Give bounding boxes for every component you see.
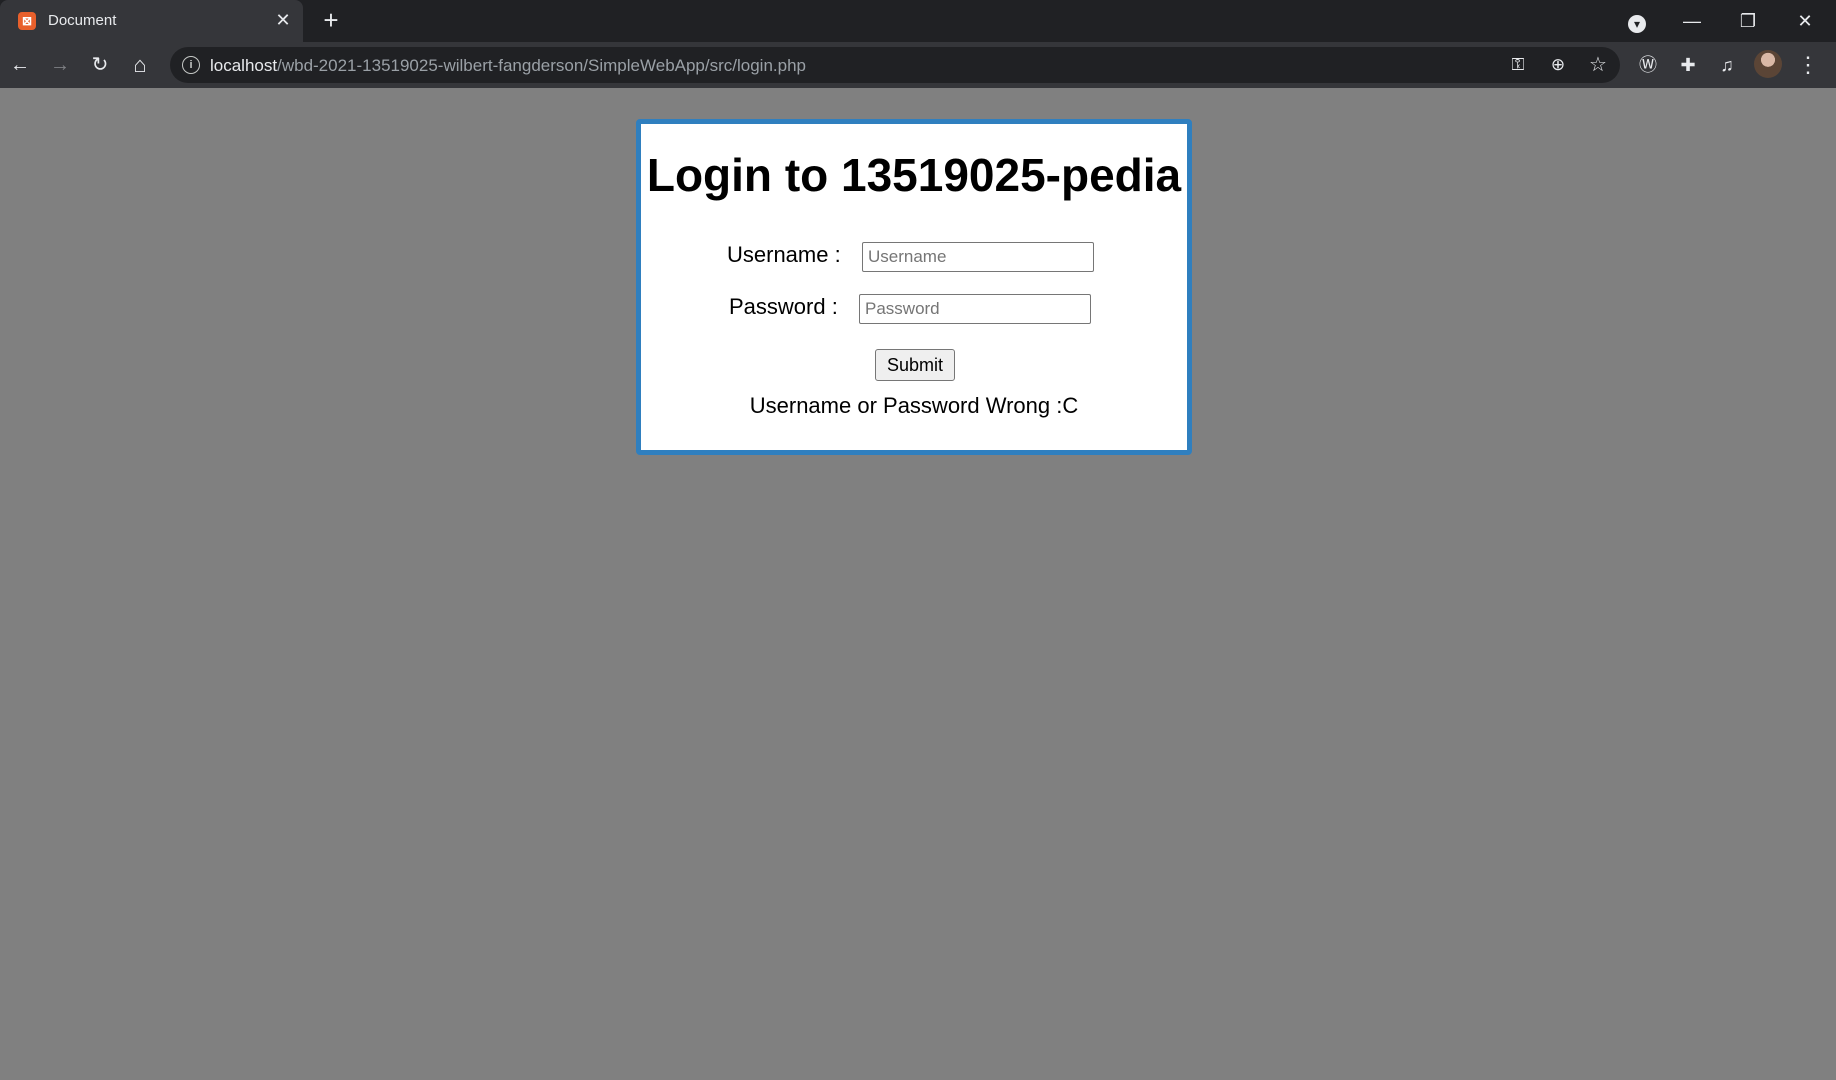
tab-title: Document: [48, 12, 117, 29]
tab-bar: ⊠ Document ✕ + ▾ — ❐ ✕: [0, 0, 1836, 42]
minimize-button[interactable]: —: [1677, 6, 1707, 36]
star-icon[interactable]: ☆: [1586, 53, 1610, 77]
zoom-icon[interactable]: ⊕: [1546, 53, 1570, 77]
login-card: Login to 13519025-pedia Username : Passw…: [636, 119, 1192, 455]
close-icon[interactable]: ✕: [272, 9, 294, 31]
reload-button[interactable]: ↻: [85, 50, 115, 80]
back-button[interactable]: ←: [5, 50, 35, 80]
xampp-icon: ⊠: [18, 12, 36, 30]
home-button[interactable]: ⌂: [125, 50, 155, 80]
page-title: Login to 13519025-pedia: [646, 149, 1182, 201]
page-content: Login to 13519025-pedia Username : Passw…: [0, 88, 1836, 1080]
menu-icon[interactable]: ⋮: [1795, 52, 1821, 78]
address-bar[interactable]: i localhost/wbd-2021-13519025-wilbert-fa…: [170, 47, 1620, 83]
browser-toolbar: ← → ↻ ⌂ i localhost/wbd-2021-13519025-wi…: [0, 42, 1836, 88]
chevron-down-icon: ▾: [1628, 15, 1646, 33]
tab-document[interactable]: ⊠ Document ✕: [0, 0, 303, 42]
username-input[interactable]: [862, 242, 1094, 272]
error-message: Username or Password Wrong :C: [749, 393, 1079, 418]
media-control-icon[interactable]: ♫: [1714, 52, 1740, 78]
restore-button[interactable]: ❐: [1733, 6, 1763, 36]
extension-w-icon[interactable]: Ⓦ: [1635, 52, 1661, 78]
profile-avatar[interactable]: [1754, 50, 1782, 78]
submit-button[interactable]: Submit: [875, 349, 955, 381]
extensions-puzzle-icon[interactable]: ✚: [1675, 52, 1701, 78]
browser-chrome: ⊠ Document ✕ + ▾ — ❐ ✕ ← → ↻ ⌂ i localho…: [0, 0, 1836, 88]
info-icon[interactable]: i: [182, 56, 200, 74]
url-text[interactable]: localhost/wbd-2021-13519025-wilbert-fang…: [210, 56, 806, 76]
password-label: Password :: [729, 294, 838, 319]
password-input[interactable]: [859, 294, 1091, 324]
username-label: Username :: [727, 242, 841, 267]
window-close-button[interactable]: ✕: [1790, 6, 1820, 36]
key-icon[interactable]: ⚿: [1506, 53, 1530, 77]
forward-button[interactable]: →: [45, 50, 75, 80]
new-tab-button[interactable]: +: [318, 7, 344, 34]
tab-search-button[interactable]: ▾: [1622, 8, 1652, 38]
